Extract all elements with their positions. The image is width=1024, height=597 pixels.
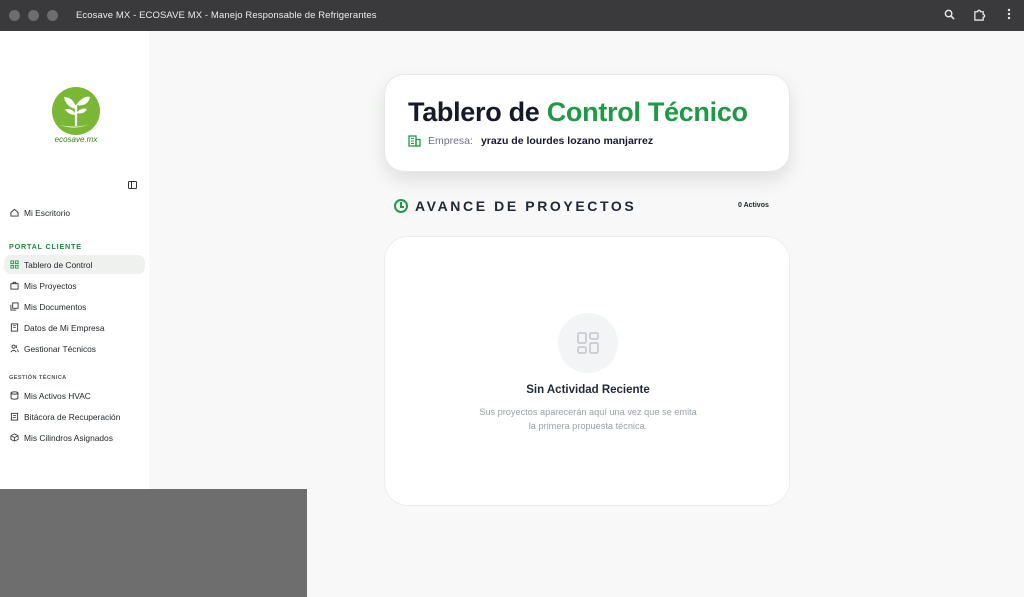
- sidebar-item-mis-documentos[interactable]: Mis Documentos: [4, 297, 145, 316]
- sidebar-item-mis-activos-hvac[interactable]: Mis Activos HVAC: [4, 386, 145, 405]
- empty-state-title: Sin Actividad Reciente: [526, 384, 650, 396]
- company-row: Empresa: yrazu de lourdes lozano manjarr…: [408, 135, 653, 147]
- sidebar-item-label: Mis Activos HVAC: [24, 390, 91, 401]
- section-label-portal-cliente: PORTAL CLIENTE: [9, 242, 82, 251]
- box-icon: [9, 433, 19, 443]
- dashboard-header-card: Tablero de Control Técnico Empresa: yraz…: [384, 74, 790, 172]
- sidebar-item-bitacora-de-recuperacion[interactable]: Bitácora de Recuperación: [4, 407, 145, 426]
- sidebar-item-label: Mis Cilindros Asignados: [24, 432, 113, 443]
- section-label-gestion-tecnica: GESTIÓN TÉCNICA: [9, 375, 67, 381]
- building-icon: [9, 323, 19, 333]
- minimize-window-button[interactable]: [28, 10, 39, 21]
- sidebar-item-label: Bitácora de Recuperación: [24, 411, 121, 422]
- empty-state-card: Sin Actividad Reciente Sus proyectos apa…: [384, 236, 790, 506]
- empty-state-icon-circle: [558, 313, 618, 373]
- close-window-button[interactable]: [9, 10, 20, 21]
- grid-icon: [9, 260, 19, 270]
- overlay-panel: [0, 489, 307, 597]
- page-title-part1: Tablero de: [408, 97, 547, 127]
- page-title: Tablero de Control Técnico: [408, 97, 748, 128]
- search-icon[interactable]: [942, 9, 956, 23]
- company-label: Empresa:: [428, 135, 473, 147]
- logo-text: ecosave.mx: [54, 135, 98, 144]
- page-title-part2: Control Técnico: [546, 97, 748, 127]
- sidebar: ecosave.mx Mi Escritorio PORTAL CLIENTE …: [0, 31, 149, 489]
- sidebar-item-mi-escritorio[interactable]: Mi Escritorio: [4, 203, 145, 222]
- empty-state-description: Sus proyectos aparecerán aquí una vez qu…: [479, 407, 697, 431]
- database-icon: [9, 391, 19, 401]
- sidebar-item-label: Mis Documentos: [24, 301, 87, 312]
- building-icon: [408, 135, 421, 147]
- zoom-window-button[interactable]: [47, 10, 58, 21]
- briefcase-icon: [9, 281, 19, 291]
- sidebar-item-tablero-de-control[interactable]: Tablero de Control: [4, 255, 145, 274]
- title-bar-actions: [942, 0, 1016, 31]
- sidebar-item-label: Mi Escritorio: [24, 207, 71, 218]
- title-bar: Ecosave MX - ECOSAVE MX - Manejo Respons…: [0, 0, 1024, 31]
- layout-grid-icon: [577, 332, 599, 354]
- sidebar-item-label: Mis Proyectos: [24, 280, 77, 291]
- more-options-icon[interactable]: [1002, 8, 1016, 23]
- sidebar-item-label: Gestionar Técnicos: [24, 343, 96, 354]
- sidebar-item-label: Tablero de Control: [24, 259, 93, 270]
- sidebar-item-gestionar-tecnicos[interactable]: Gestionar Técnicos: [4, 339, 145, 358]
- projects-progress-header: AVANCE DE PROYECTOS: [394, 198, 636, 214]
- sidebar-item-mis-cilindros-asignados[interactable]: Mis Cilindros Asignados: [4, 428, 145, 447]
- documents-icon: [9, 302, 19, 312]
- sidebar-toggle-icon[interactable]: [128, 181, 137, 189]
- ecosave-logo: [52, 87, 100, 135]
- company-name: yrazu de lourdes lozano manjarrez: [480, 135, 654, 147]
- window-controls: [9, 10, 58, 21]
- users-icon: [9, 344, 19, 354]
- sidebar-item-datos-de-mi-empresa[interactable]: Datos de Mi Empresa: [4, 318, 145, 337]
- extensions-icon[interactable]: [972, 8, 986, 24]
- clipboard-icon: [9, 412, 19, 422]
- window-title: Ecosave MX - ECOSAVE MX - Manejo Respons…: [76, 10, 377, 21]
- clock-icon: [394, 199, 408, 213]
- home-icon: [9, 208, 19, 218]
- sidebar-item-label: Datos de Mi Empresa: [24, 322, 105, 333]
- sidebar-item-mis-proyectos[interactable]: Mis Proyectos: [4, 276, 145, 295]
- app-window: Ecosave MX - ECOSAVE MX - Manejo Respons…: [0, 0, 1024, 597]
- active-projects-count: 0 Activos: [738, 202, 769, 209]
- projects-progress-title: AVANCE DE PROYECTOS: [415, 198, 637, 214]
